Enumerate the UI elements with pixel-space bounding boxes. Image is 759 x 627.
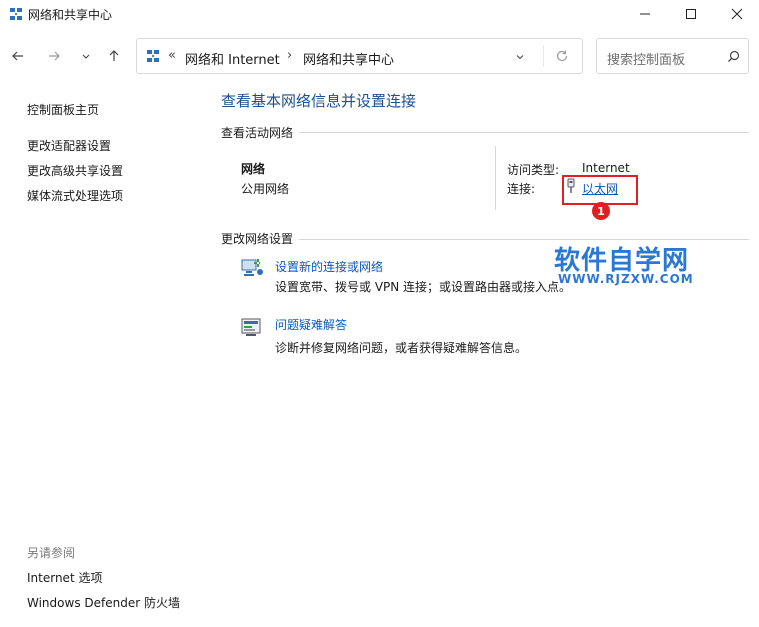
address-divider	[543, 45, 544, 67]
setup-new-connection-description: 设置宽带、拨号或 VPN 连接；或设置路由器或接入点。	[275, 280, 572, 294]
control-panel-home-link[interactable]: 控制面板主页	[27, 101, 99, 118]
change-network-settings-heading: 更改网络设置	[221, 232, 294, 246]
watermark-url: WWW.RJZXW.COM	[558, 272, 694, 286]
see-also-label: 另请参阅	[27, 546, 76, 560]
change-advanced-sharing-link[interactable]: 更改高级共享设置	[27, 162, 123, 179]
network-center-icon	[147, 50, 159, 62]
internet-options-link[interactable]: Internet 选项	[27, 569, 102, 586]
windows-defender-firewall-link[interactable]: Windows Defender 防火墙	[27, 594, 180, 611]
annotation-highlight-box	[562, 175, 638, 205]
network-info-divider	[495, 146, 496, 210]
breadcrumb-network-internet[interactable]: 网络和 Internet	[185, 49, 280, 68]
access-type-value: Internet	[582, 161, 630, 175]
troubleshoot-icon	[241, 318, 261, 336]
back-button[interactable]	[8, 46, 28, 66]
chevron-down-icon	[82, 54, 90, 59]
network-category: 公用网络	[241, 182, 290, 196]
maximize-button[interactable]	[668, 0, 714, 28]
title-bar: 网络和共享中心	[0, 0, 759, 28]
forward-button[interactable]	[44, 46, 64, 66]
search-icon[interactable]	[727, 50, 740, 63]
change-adapter-settings-link[interactable]: 更改适配器设置	[27, 137, 111, 154]
arrow-up-icon	[109, 50, 119, 61]
address-bar[interactable]: « 网络和 Internet › 网络和共享中心	[136, 38, 583, 74]
chevron-down-icon[interactable]	[515, 52, 525, 62]
breadcrumb-separator[interactable]: ›	[287, 48, 292, 63]
close-button[interactable]	[714, 0, 759, 28]
new-connection-icon	[241, 259, 263, 276]
arrow-right-icon	[49, 51, 60, 61]
access-type-label: 访问类型:	[507, 163, 560, 177]
up-button[interactable]	[104, 46, 124, 66]
search-placeholder: 搜索控制面板	[607, 53, 686, 68]
troubleshoot-problems-link[interactable]: 问题疑难解答	[275, 316, 347, 333]
page-title: 查看基本网络信息并设置连接	[221, 92, 417, 110]
breadcrumb-network-sharing-center[interactable]: 网络和共享中心	[303, 49, 394, 68]
network-name: 网络	[241, 162, 266, 176]
active-networks-heading: 查看活动网络	[221, 126, 294, 140]
setup-new-connection-link[interactable]: 设置新的连接或网络	[275, 258, 383, 275]
minimize-button[interactable]	[622, 0, 668, 28]
navigation-bar: « 网络和 Internet › 网络和共享中心 搜索控制面板	[0, 36, 759, 76]
search-box[interactable]: 搜索控制面板	[596, 38, 749, 74]
recent-locations-button[interactable]	[76, 46, 96, 66]
minimize-icon	[640, 13, 650, 15]
connections-label: 连接:	[507, 182, 536, 196]
section-divider	[299, 132, 749, 133]
refresh-icon[interactable]	[555, 49, 569, 63]
window-title: 网络和共享中心	[28, 8, 113, 22]
breadcrumb-overflow[interactable]: «	[168, 48, 176, 63]
close-icon	[731, 8, 743, 20]
arrow-left-icon	[12, 51, 23, 61]
media-streaming-options-link[interactable]: 媒体流式处理选项	[27, 187, 123, 204]
maximize-icon	[686, 9, 696, 19]
network-center-icon	[10, 8, 22, 20]
annotation-step-badge: 1	[592, 202, 610, 220]
troubleshoot-problems-description: 诊断并修复网络问题，或者获得疑难解答信息。	[275, 341, 528, 355]
